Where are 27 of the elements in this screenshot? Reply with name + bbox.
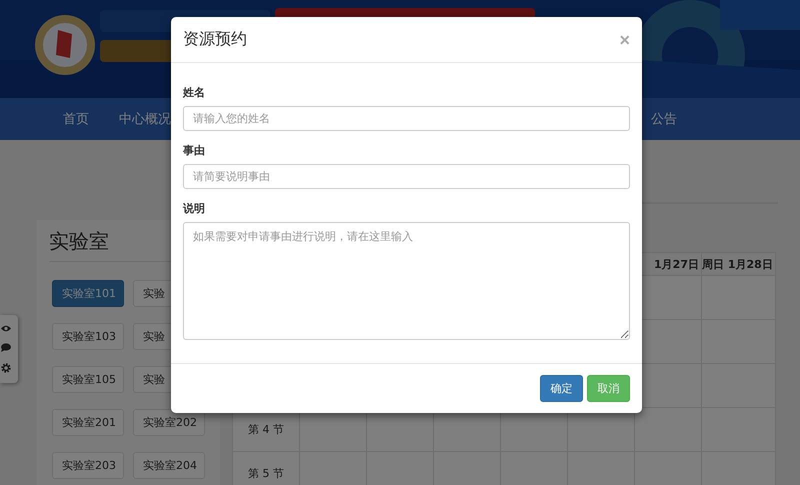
text-area[interactable]: 如果需要对申请事由进行说明，请在这里输入 xyxy=(183,222,630,340)
lab-button[interactable]: 实验室203 xyxy=(52,452,124,479)
dialog-title: 资源预约 xyxy=(183,29,247,50)
comment-icon[interactable] xyxy=(1,342,11,352)
nav-link[interactable]: 中心概况 xyxy=(119,110,171,128)
field-label: 姓名 xyxy=(183,85,206,100)
period-label: 第 4 节 xyxy=(248,423,284,436)
lab-button[interactable]: 实验室101 xyxy=(52,280,124,307)
lab-button[interactable]: 实验室201 xyxy=(52,409,124,436)
column-header: 周日 1月28日 xyxy=(702,256,774,272)
input-field[interactable]: 请简要说明事由 xyxy=(183,164,630,189)
period-label: 第 5 节 xyxy=(248,467,284,480)
lab-button[interactable]: 实验室105 xyxy=(52,366,124,393)
nav-link[interactable]: 首页 xyxy=(63,110,89,128)
eye-icon[interactable] xyxy=(1,324,11,332)
field-label: 事由 xyxy=(183,143,206,158)
dialog-button[interactable]: 确定 xyxy=(540,375,583,402)
field-label: 说明 xyxy=(183,201,206,216)
close-button[interactable]: × xyxy=(619,30,630,48)
nav-link[interactable]: 公告 xyxy=(651,110,677,128)
input-field[interactable]: 请输入您的姓名 xyxy=(183,106,630,131)
lab-button[interactable]: 实验室202 xyxy=(133,409,205,436)
dialog-button[interactable]: 取消 xyxy=(587,375,630,402)
lab-button[interactable]: 实验室103 xyxy=(52,323,124,350)
column-header: 1月27日 xyxy=(653,256,700,272)
settings-icon[interactable] xyxy=(1,363,11,374)
lab-button[interactable]: 实验室204 xyxy=(133,452,205,479)
